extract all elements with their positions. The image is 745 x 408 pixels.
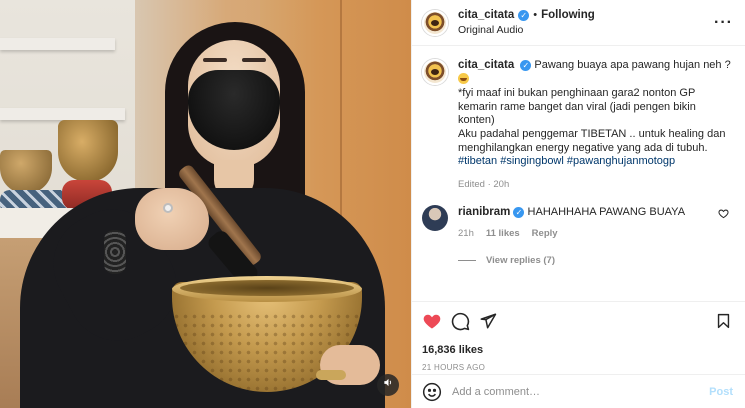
comment: rianibram ✓ HAHAHHAHA PAWANG BUAYA 21h 1… (422, 205, 733, 241)
avatar[interactable] (422, 205, 448, 232)
caption-line-2: *fyi maaf ini bukan penghinaan gara2 non… (458, 87, 696, 127)
avatar[interactable] (422, 9, 448, 36)
eyebrow (242, 58, 266, 62)
following-button[interactable]: Following (541, 8, 595, 23)
comment-likes[interactable]: 11 likes (486, 227, 520, 241)
caption-edited-time: Edited · 20h (458, 178, 510, 190)
header-info: cita_citata ✓ • Following Original Audio (458, 8, 714, 38)
comment-text: HAHAHHAHA PAWANG BUAYA (527, 206, 686, 219)
singing-bowl-inner (180, 280, 354, 296)
hashtag-link[interactable]: #tibetan (458, 155, 497, 167)
person (0, 0, 411, 408)
reply-button[interactable]: Reply (532, 227, 558, 241)
verified-badge-icon: ✓ (518, 9, 530, 21)
grinning-emoji-icon (458, 72, 469, 84)
instagram-post: cita_citata ✓ • Following Original Audio… (0, 0, 745, 408)
hand (135, 188, 209, 250)
speaker-icon[interactable] (377, 374, 399, 396)
post-timestamp[interactable]: 21 HOURS AGO (422, 363, 733, 372)
eyebrow (203, 58, 227, 62)
hashtag-link[interactable]: #singingbowl (500, 155, 564, 167)
comments-section[interactable]: cita_citata ✓ Pawang buaya apa pawang hu… (412, 47, 745, 301)
share-icon[interactable] (478, 311, 498, 331)
post-video[interactable] (0, 0, 411, 408)
like-heart-icon[interactable] (422, 311, 442, 331)
comment-like-heart-icon[interactable] (718, 208, 729, 222)
caption-line-3: Aku padahal penggemar TIBETAN .. untuk h… (458, 127, 726, 154)
audio-link[interactable]: Original Audio (458, 23, 714, 38)
gold-bracelet (316, 370, 346, 380)
comment-input[interactable] (452, 385, 710, 398)
view-replies-button[interactable]: View replies (7) (458, 255, 733, 266)
more-options-icon[interactable]: ··· (714, 14, 733, 32)
like-count[interactable]: 16,836 likes (422, 344, 733, 356)
caption: cita_citata ✓ Pawang buaya apa pawang hu… (422, 59, 733, 191)
comment-meta: 21h 11 likes Reply (458, 227, 720, 241)
avatar[interactable] (422, 59, 448, 85)
add-comment-bar: Post (412, 374, 745, 408)
caption-text: cita_citata ✓ Pawang buaya apa pawang hu… (458, 59, 733, 191)
comment-icon[interactable] (450, 311, 470, 331)
ring (163, 203, 173, 213)
emoji-smiley-icon[interactable] (422, 382, 442, 402)
view-replies-label: View replies (7) (486, 255, 555, 267)
caption-line-1: Pawang buaya apa pawang hujan neh ? (534, 59, 731, 71)
bead-bracelet (104, 230, 126, 274)
post-comment-button[interactable]: Post (709, 386, 733, 398)
replies-divider (458, 260, 476, 262)
verified-badge-icon: ✓ (513, 207, 525, 219)
username-link[interactable]: cita_citata (458, 8, 514, 23)
caption-username[interactable]: cita_citata (458, 59, 514, 71)
post-sidebar: cita_citata ✓ • Following Original Audio… (411, 0, 745, 408)
separator-dot: • (533, 8, 538, 21)
action-icons (422, 310, 733, 332)
post-actions: 16,836 likes 21 HOURS AGO (412, 301, 745, 372)
save-bookmark-icon[interactable] (713, 311, 733, 331)
hashtag-link[interactable]: #pawanghujanmotogp (567, 155, 675, 167)
comment-body: rianibram ✓ HAHAHHAHA PAWANG BUAYA 21h 1… (458, 205, 720, 241)
post-header: cita_citata ✓ • Following Original Audio… (412, 0, 745, 46)
comment-username[interactable]: rianibram (458, 206, 510, 218)
verified-badge-icon: ✓ (520, 60, 532, 71)
comment-time: 21h (458, 228, 474, 240)
